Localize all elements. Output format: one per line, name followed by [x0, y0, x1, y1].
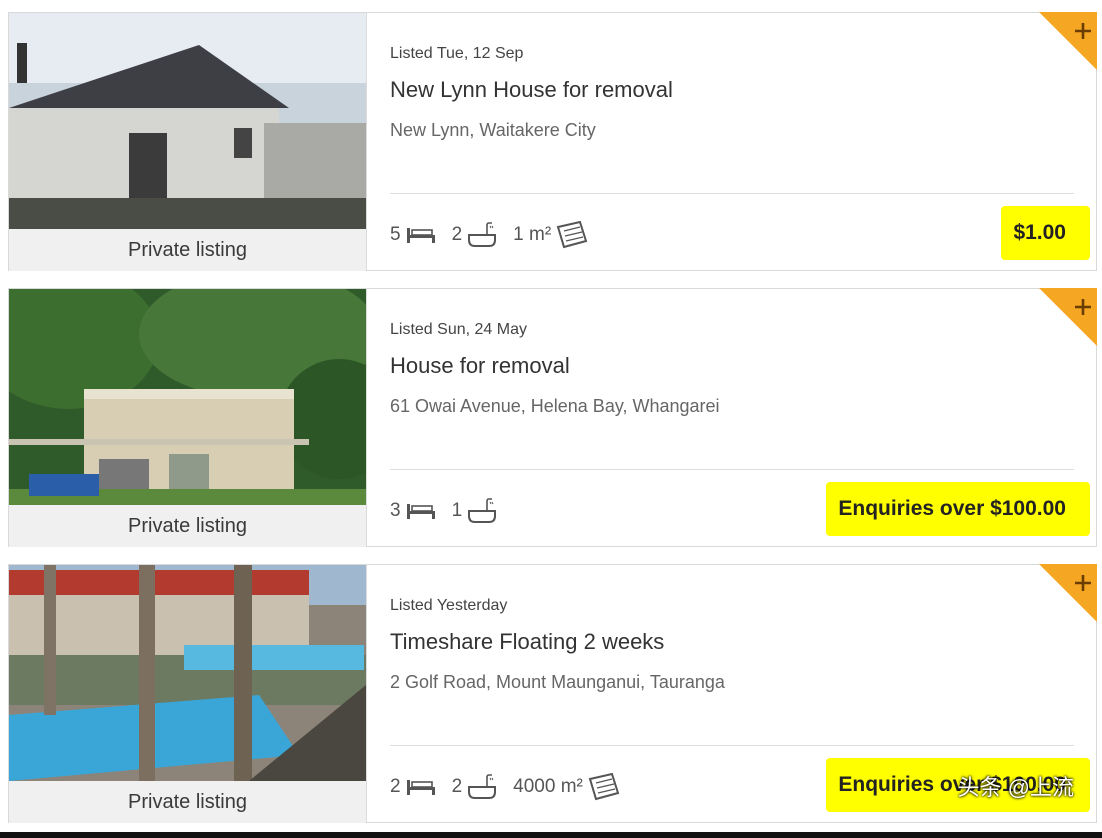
bottom-edge: [0, 832, 1102, 838]
listing-thumbnail[interactable]: Private listing: [9, 289, 367, 547]
listing-attributes: 3 1: [390, 491, 513, 531]
land-area-icon: [588, 773, 620, 801]
private-listing-badge: Private listing: [9, 505, 366, 547]
listing-photo[interactable]: [9, 565, 366, 781]
bed-icon: [406, 780, 435, 795]
bedrooms-count: 3: [390, 500, 401, 521]
bathrooms-count: 2: [451, 224, 463, 245]
listing-card[interactable]: Private listing Listed Tue, 12 Sep New L…: [8, 12, 1097, 271]
listed-date: Listed Tue, 12 Sep: [390, 45, 524, 62]
listing-price: $1.00: [1001, 206, 1090, 260]
land-area-value: 1 m²: [513, 224, 552, 245]
listing-title[interactable]: Timeshare Floating 2 weeks: [390, 629, 664, 655]
bath-icon: [468, 222, 497, 247]
listing-photo[interactable]: [9, 289, 366, 505]
land-area-value: 4000 m²: [513, 776, 583, 797]
bedrooms-count: 5: [390, 224, 401, 245]
land-area: 4000 m²: [513, 773, 620, 801]
listing-price: Enquiries over $100.00: [826, 482, 1090, 536]
listing-thumbnail[interactable]: Private listing: [9, 565, 367, 823]
listing-info: Listed Sun, 24 May House for removal 61 …: [390, 288, 1097, 546]
listing-thumbnail[interactable]: Private listing: [9, 13, 367, 271]
listing-title[interactable]: New Lynn House for removal: [390, 77, 673, 103]
add-to-watchlist-icon[interactable]: [1039, 564, 1097, 622]
bath-icon: [468, 498, 497, 523]
bedrooms: 2: [390, 776, 436, 798]
bath-icon: [468, 774, 497, 799]
bed-icon: [406, 228, 435, 243]
bathrooms-count: 2: [451, 776, 463, 797]
listed-date: Listed Yesterday: [390, 597, 508, 614]
bed-icon: [406, 504, 435, 519]
bathrooms: 2: [452, 222, 498, 248]
bedrooms: 5: [390, 224, 436, 246]
listing-card[interactable]: Private listing Listed Yesterday Timesha…: [8, 564, 1097, 823]
listing-location: 61 Owai Avenue, Helena Bay, Whangarei: [390, 396, 720, 416]
bathrooms: 2: [452, 774, 498, 800]
bedrooms: 3: [390, 500, 436, 522]
listing-attributes: 5 2 1 m²: [390, 215, 604, 255]
listed-date: Listed Sun, 24 May: [390, 321, 527, 338]
listing-photo[interactable]: [9, 13, 366, 229]
divider: [390, 193, 1074, 194]
private-listing-badge: Private listing: [9, 229, 366, 271]
divider: [390, 469, 1074, 470]
land-area-icon: [556, 221, 588, 249]
bathrooms: 1: [452, 498, 498, 524]
bathrooms-count: 1: [451, 500, 463, 521]
listing-title[interactable]: House for removal: [390, 353, 570, 379]
add-to-watchlist-icon[interactable]: [1039, 288, 1097, 346]
listing-card[interactable]: Private listing Listed Sun, 24 May House…: [8, 288, 1097, 547]
add-to-watchlist-icon[interactable]: [1039, 12, 1097, 70]
watermark: 头条 @上流: [957, 775, 1074, 800]
bedrooms-count: 2: [390, 776, 401, 797]
land-area: 1 m²: [513, 221, 588, 249]
listing-info: Listed Tue, 12 Sep New Lynn House for re…: [390, 12, 1097, 270]
listing-location: 2 Golf Road, Mount Maunganui, Tauranga: [390, 672, 725, 692]
listing-attributes: 2 2 4000 m²: [390, 767, 636, 807]
private-listing-badge: Private listing: [9, 781, 366, 823]
divider: [390, 745, 1074, 746]
listing-location: New Lynn, Waitakere City: [390, 120, 596, 140]
